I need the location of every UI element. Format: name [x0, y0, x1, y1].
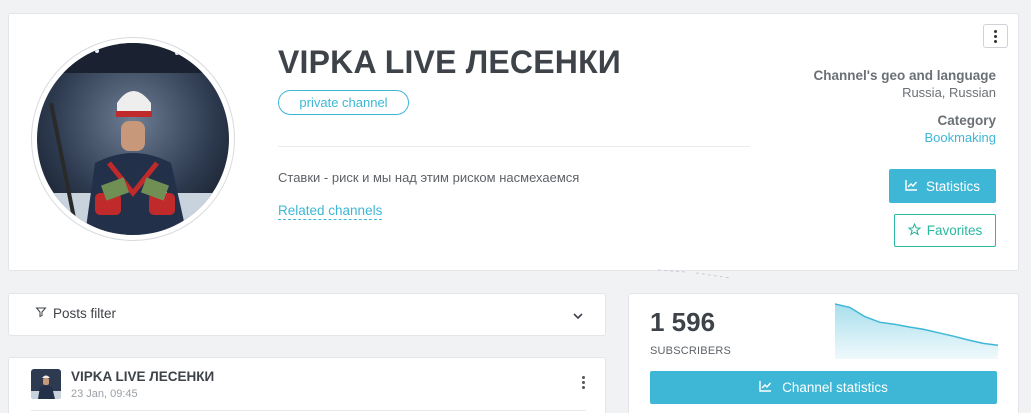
header-divider: [278, 146, 750, 147]
decorative-divider: [657, 269, 731, 279]
subscribers-sparkline: [835, 303, 998, 359]
private-channel-badge: private channel: [278, 90, 409, 115]
category-label: Category: [937, 113, 996, 128]
subscribers-label: SUBSCRIBERS: [650, 345, 732, 357]
channel-avatar: C: [31, 37, 235, 241]
posts-filter-bar[interactable]: Posts filter: [8, 293, 606, 336]
statistics-label: Statistics: [925, 178, 980, 194]
post-author-avatar: [31, 369, 61, 399]
star-icon: [907, 222, 922, 239]
channel-title: VIPKA LIVE ЛЕСЕНКИ: [278, 44, 622, 80]
subscribers-card: 1 596 SUBSCRIBERS Channel statistics: [628, 293, 1019, 413]
kebab-icon[interactable]: [983, 24, 1008, 48]
post-author-name[interactable]: VIPKA LIVE ЛЕСЕНКИ: [71, 369, 214, 384]
post-date: 23 Jan, 09:45: [71, 388, 138, 400]
geo-language-label: Channel's geo and language: [813, 68, 997, 83]
subscribers-count: 1 596: [650, 307, 716, 337]
chevron-down-icon[interactable]: [573, 307, 583, 325]
statistics-button[interactable]: Statistics: [889, 169, 996, 203]
post-card: VIPKA LIVE ЛЕСЕНКИ 23 Jan, 09:45: [8, 357, 606, 413]
geo-language-value: Russia, Russian: [902, 85, 996, 100]
channel-statistics-button[interactable]: Channel statistics: [650, 371, 997, 404]
kebab-icon[interactable]: [582, 376, 585, 389]
sparkline-area: [835, 304, 998, 359]
favorites-label: Favorites: [926, 223, 983, 238]
related-channels-link[interactable]: Related channels: [278, 203, 383, 220]
post-divider: [31, 410, 586, 411]
filter-icon: [35, 306, 47, 321]
channel-statistics-label: Channel statistics: [782, 380, 888, 395]
channel-header-card: C VIPKA LIVE ЛЕСЕНКИ private channel Ста…: [8, 13, 1019, 271]
channel-avatar-image: C: [37, 43, 229, 235]
chart-line-icon: [759, 380, 772, 395]
favorites-button[interactable]: Favorites: [894, 214, 996, 247]
channel-description: Ставки - риск и мы над этим риском насме…: [278, 170, 580, 185]
chart-line-icon: [905, 179, 918, 194]
category-link[interactable]: Bookmaking: [924, 130, 996, 145]
posts-filter-label: Posts filter: [53, 306, 117, 321]
